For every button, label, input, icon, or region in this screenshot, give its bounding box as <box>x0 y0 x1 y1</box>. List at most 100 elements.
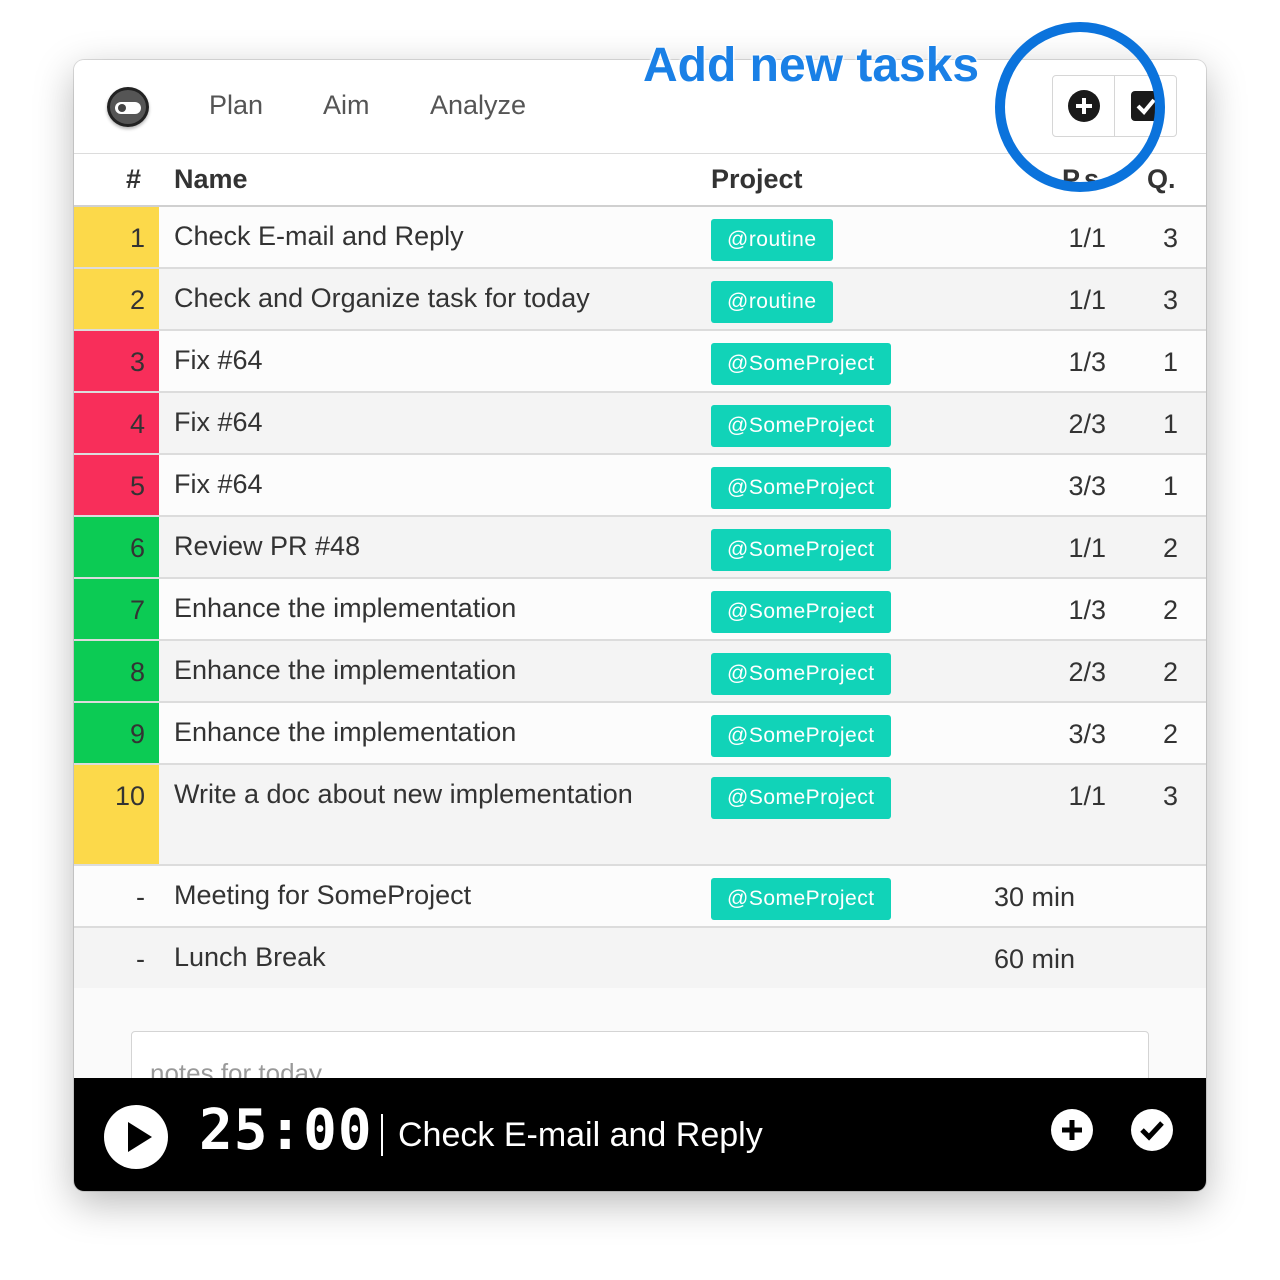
col-q: Q. <box>1147 164 1176 194</box>
add-task-bar-button[interactable] <box>1050 1108 1094 1152</box>
complete-task-bar-button[interactable] <box>1130 1108 1174 1152</box>
table-row[interactable]: 7 Enhance the implementation @SomeProjec… <box>74 579 1206 641</box>
pomodoro-count: 1/1 <box>1068 285 1106 315</box>
row-number: 2 <box>74 269 159 329</box>
row-number: 7 <box>74 579 159 639</box>
timer-divider <box>381 1114 383 1156</box>
task-name: Enhance the implementation <box>174 717 517 747</box>
table-row[interactable]: 9 Enhance the implementation @SomeProjec… <box>74 703 1206 765</box>
quadrant: 2 <box>1162 533 1178 563</box>
plus-circle-icon <box>1051 1109 1093 1151</box>
break-row[interactable]: - Lunch Break 60 min <box>74 928 1206 990</box>
project-tag[interactable]: @SomeProject <box>711 715 891 757</box>
table-row[interactable]: 5 Fix #64 @SomeProject 3/3 1 <box>74 455 1206 517</box>
row-number: 6 <box>74 517 159 577</box>
quadrant: 3 <box>1162 781 1178 811</box>
row-number: 5 <box>74 455 159 515</box>
table-row[interactable]: 1 Check E-mail and Reply @routine 1/1 3 <box>74 207 1206 269</box>
checkbox-icon <box>1130 91 1161 121</box>
task-actions <box>1052 75 1177 137</box>
nav-aim[interactable]: Aim <box>323 90 370 121</box>
table-row[interactable]: 10 Write a doc about new implementation … <box>74 765 1206 866</box>
pomodoro-count: 2/3 <box>1068 409 1106 439</box>
project-tag[interactable]: @routine <box>711 219 833 261</box>
row-number: 10 <box>74 765 159 864</box>
quadrant: 1 <box>1162 347 1178 377</box>
current-task-label: Check E-mail and Reply <box>398 1116 763 1154</box>
task-name: Check and Organize task for today <box>174 283 590 313</box>
project-tag[interactable]: @SomeProject <box>711 343 891 385</box>
break-duration: 60 min <box>994 944 1076 974</box>
task-name: Check E-mail and Reply <box>174 221 464 251</box>
complete-tasks-button[interactable] <box>1114 76 1176 136</box>
break-name: Lunch Break <box>174 942 326 972</box>
play-button[interactable] <box>104 1105 168 1169</box>
task-name: Review PR #48 <box>174 531 361 561</box>
app-window: Plan Aim Analyze # Name Project P.s Q. 1… <box>74 60 1206 1191</box>
row-number: 1 <box>74 207 159 267</box>
row-number: 8 <box>74 641 159 701</box>
quadrant: 2 <box>1162 719 1178 749</box>
nav-plan[interactable]: Plan <box>209 90 263 121</box>
project-tag[interactable]: @SomeProject <box>711 467 891 509</box>
table-row[interactable]: 8 Enhance the implementation @SomeProjec… <box>74 641 1206 703</box>
col-name: Name <box>174 164 248 194</box>
pomodoro-count: 1/1 <box>1068 533 1106 563</box>
col-ps: P.s <box>1062 164 1100 194</box>
pomodoro-count: 1/1 <box>1068 223 1106 253</box>
table-header: # Name Project P.s Q. <box>74 153 1206 207</box>
table-row[interactable]: 4 Fix #64 @SomeProject 2/3 1 <box>74 393 1206 455</box>
row-number: - <box>136 882 145 912</box>
quadrant: 2 <box>1162 595 1178 625</box>
quadrant: 3 <box>1162 223 1178 253</box>
annotation-label: Add new tasks <box>643 39 980 92</box>
project-tag[interactable]: @SomeProject <box>711 653 891 695</box>
pomodoro-count: 2/3 <box>1068 657 1106 687</box>
timer-bar: 25:00 Check E-mail and Reply <box>74 1078 1206 1191</box>
logo-dot <box>118 104 126 112</box>
break-row[interactable]: - Meeting for SomeProject @SomeProject 3… <box>74 866 1206 928</box>
task-name: Fix #64 <box>174 469 263 499</box>
project-tag[interactable]: @routine <box>711 281 833 323</box>
break-duration: 30 min <box>994 882 1076 912</box>
col-project: Project <box>711 164 803 194</box>
quadrant: 1 <box>1162 471 1178 501</box>
row-number: 3 <box>74 331 159 391</box>
project-tag[interactable]: @SomeProject <box>711 878 891 920</box>
table-row[interactable]: 2 Check and Organize task for today @rou… <box>74 269 1206 331</box>
pomodoro-count: 1/3 <box>1068 595 1106 625</box>
task-name: Enhance the implementation <box>174 655 517 685</box>
task-name: Enhance the implementation <box>174 593 517 623</box>
project-tag[interactable]: @SomeProject <box>711 529 891 571</box>
nav-analyze[interactable]: Analyze <box>430 90 526 121</box>
break-name: Meeting for SomeProject <box>174 880 472 910</box>
col-num: # <box>126 164 142 194</box>
quadrant: 2 <box>1162 657 1178 687</box>
quadrant: 1 <box>1162 409 1178 439</box>
task-name: Write a doc about new implementation <box>174 779 633 809</box>
project-tag[interactable]: @SomeProject <box>711 591 891 633</box>
project-tag[interactable]: @SomeProject <box>711 405 891 447</box>
header: Plan Aim Analyze <box>74 60 1206 153</box>
app-logo-icon[interactable] <box>107 87 149 127</box>
timer-display: 25:00 <box>199 1098 373 1163</box>
play-icon <box>128 1122 152 1152</box>
table-row[interactable]: 6 Review PR #48 @SomeProject 1/1 2 <box>74 517 1206 579</box>
task-table: # Name Project P.s Q. 1 Check E-mail and… <box>74 153 1206 990</box>
check-circle-icon <box>1131 1109 1173 1151</box>
task-name: Fix #64 <box>174 345 263 375</box>
table-row[interactable]: 3 Fix #64 @SomeProject 1/3 1 <box>74 331 1206 393</box>
pomodoro-count: 3/3 <box>1068 471 1106 501</box>
project-tag[interactable]: @SomeProject <box>711 777 891 819</box>
row-number: 4 <box>74 393 159 453</box>
add-task-button[interactable] <box>1053 76 1114 136</box>
row-number: - <box>136 944 145 974</box>
pomodoro-count: 3/3 <box>1068 719 1106 749</box>
task-name: Fix #64 <box>174 407 263 437</box>
pomodoro-count: 1/1 <box>1068 781 1106 811</box>
quadrant: 3 <box>1162 285 1178 315</box>
pomodoro-count: 1/3 <box>1068 347 1106 377</box>
notes-area: notes for today <box>74 988 1206 1111</box>
plus-circle-icon <box>1067 90 1100 122</box>
row-number: 9 <box>74 703 159 763</box>
